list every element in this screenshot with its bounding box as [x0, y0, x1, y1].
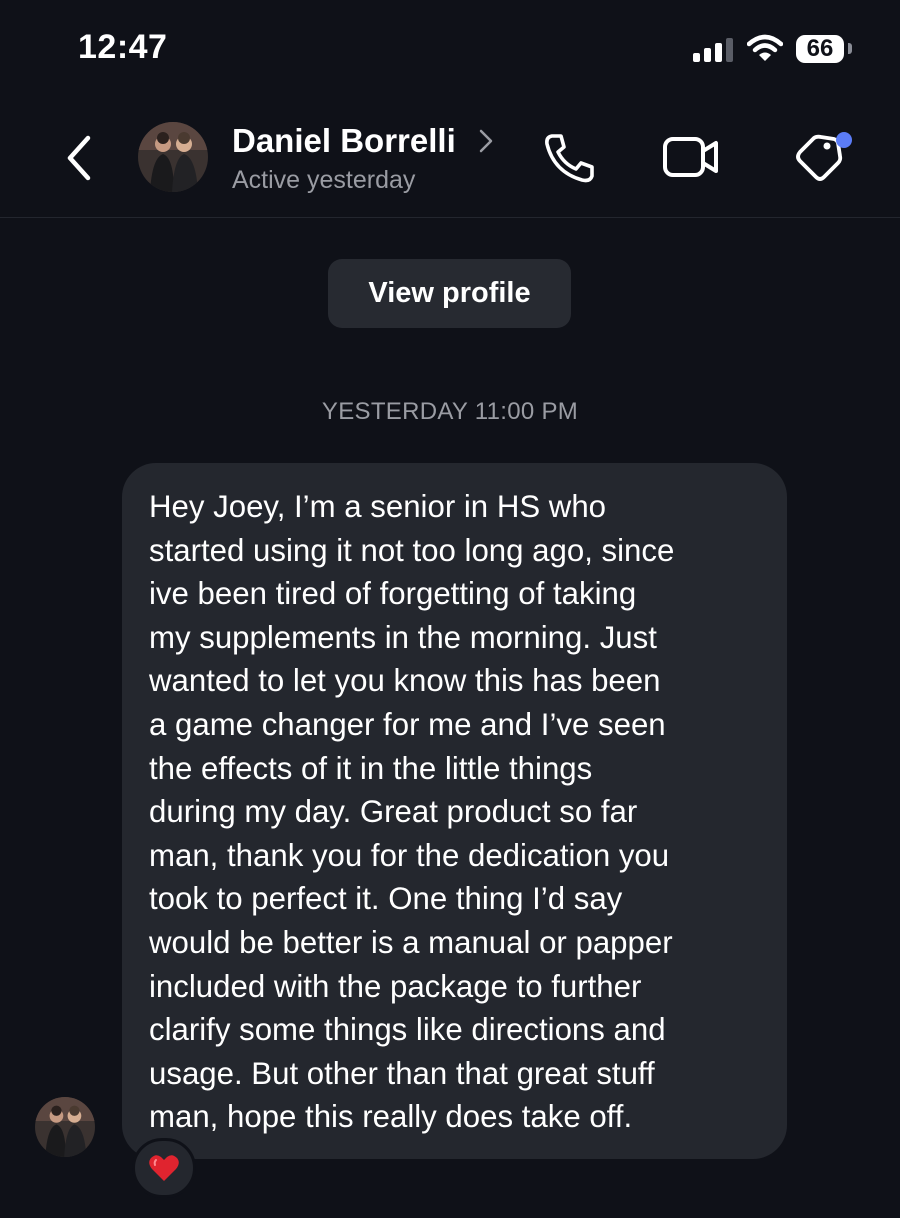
avatar[interactable] — [138, 122, 208, 192]
contact-status: Active yesterday — [232, 166, 416, 194]
cellular-signal-icon — [693, 38, 733, 62]
wifi-icon — [747, 34, 783, 61]
chevron-right-icon[interactable] — [478, 128, 494, 154]
tag-icon[interactable] — [792, 128, 854, 186]
chat-header: Daniel Borrelli Active yesterday — [0, 100, 900, 218]
back-icon[interactable] — [60, 130, 100, 186]
avatar-photo — [138, 122, 208, 192]
battery-level: 66 — [796, 35, 844, 63]
message-timestamp: YESTERDAY 11:00 PM — [321, 398, 579, 425]
view-profile-button[interactable]: View profile — [328, 259, 571, 328]
chat-screen: 12:47 66 Daniel Borrelli Active yesterda… — [0, 0, 900, 1218]
message-reaction[interactable] — [132, 1138, 196, 1198]
message-text: Hey Joey, I’m a senior in HS who started… — [149, 489, 675, 1135]
sender-avatar-photo — [35, 1097, 95, 1157]
notification-dot — [836, 132, 852, 148]
phone-icon[interactable] — [542, 132, 596, 184]
status-time: 12:47 — [78, 28, 168, 66]
incoming-message-bubble[interactable]: Hey Joey, I’m a senior in HS who started… — [122, 463, 787, 1159]
battery-cap — [848, 43, 852, 54]
contact-name[interactable]: Daniel Borrelli — [232, 122, 456, 160]
video-camera-icon[interactable] — [662, 134, 720, 180]
heart-icon — [149, 1155, 179, 1181]
sender-avatar[interactable] — [35, 1097, 95, 1157]
